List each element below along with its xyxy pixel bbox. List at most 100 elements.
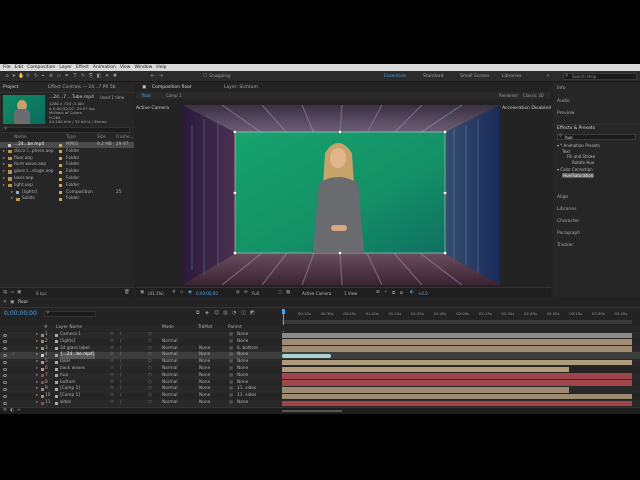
layer-duration-bar[interactable]	[282, 373, 632, 379]
panel-paragraph[interactable]: Paragraph	[557, 231, 580, 236]
pick-whip-icon[interactable]: @	[229, 332, 233, 339]
menu-help[interactable]: Help	[156, 65, 166, 70]
comp-subtab-floor[interactable]: floor	[142, 93, 151, 98]
roto-brush-tool-icon[interactable]: ✦	[104, 73, 110, 79]
visibility-eye-icon[interactable]	[3, 367, 7, 371]
tab-composition-floor[interactable]: Composition floor	[152, 85, 192, 90]
shy-switch-icon[interactable]: ⚇	[110, 386, 114, 393]
project-item[interactable]: ▸ floor.aep Folder	[0, 156, 134, 162]
composition-viewer[interactable]	[182, 105, 500, 285]
label-color-chip[interactable]	[41, 360, 44, 364]
audio-icon[interactable]: ♪	[12, 352, 15, 359]
layer-name[interactable]: laser	[60, 359, 70, 366]
three-d-switch-icon[interactable]: ⬡	[148, 352, 152, 359]
three-d-switch-icon[interactable]: ⬡	[148, 393, 152, 400]
visibility-eye-icon[interactable]	[3, 360, 7, 364]
exposure-value[interactable]: +0.0	[418, 291, 428, 296]
grid-icon[interactable]: #	[172, 290, 176, 295]
quality-switch-icon[interactable]: /	[120, 400, 121, 407]
quality-switch-icon[interactable]: /	[120, 366, 121, 373]
layer-mode-select[interactable]: Normal	[162, 393, 178, 400]
label-color-chip[interactable]	[59, 177, 62, 181]
color-channel-icon[interactable]: ⊛	[244, 290, 248, 295]
flowchart-icon[interactable]: ⧈	[400, 290, 403, 296]
layer-duration-bar[interactable]	[282, 339, 632, 345]
timeline-search-input[interactable]: ⚲	[44, 311, 96, 317]
column-trkmat[interactable]: TrkMat	[198, 325, 212, 332]
effects-tree-item[interactable]: Hue/Saturation	[562, 173, 595, 178]
composition-mini-flowchart-icon[interactable]: ⧉	[196, 310, 200, 316]
expand-arrow-icon[interactable]: ▸	[36, 386, 38, 393]
tab-layer-sichtum[interactable]: Layer: Sichtum	[224, 85, 258, 90]
layer-name[interactable]: [...24...be.mp4]	[60, 352, 96, 359]
panel-align[interactable]: Align	[557, 195, 568, 200]
in-out-icon[interactable]: ↔	[17, 408, 21, 413]
layer-parent-select[interactable]: None	[237, 373, 248, 380]
camera-snapshot-icon[interactable]: ◉	[188, 290, 192, 295]
layer-duration-bar[interactable]	[282, 359, 632, 366]
timeline-layer-row[interactable]: ▸ 2 [lights] ⚇ / ⬡ Normal @ None	[0, 338, 640, 346]
project-item[interactable]: ▸ glass t...stage.aep Folder	[0, 169, 134, 175]
zoom-slider[interactable]	[282, 410, 342, 412]
menu-view[interactable]: View	[120, 65, 131, 70]
draft-3d-icon[interactable]: ◈	[205, 310, 209, 316]
home-icon[interactable]: ⌂	[4, 73, 10, 79]
camera-view-select[interactable]: Active Camera	[302, 291, 331, 296]
snapping-checkbox[interactable]: ☐	[202, 73, 208, 79]
workspace-essentials[interactable]: Essentials	[384, 74, 407, 79]
panel-info[interactable]: Info	[557, 86, 566, 91]
expand-arrow-icon[interactable]: ▸	[36, 332, 38, 339]
shy-switch-icon[interactable]: ⚇	[110, 332, 114, 339]
tab-effect-controls[interactable]: Effect Controls — 24...7 PR 5b	[48, 85, 116, 90]
timeline-layer-row[interactable]: ▸ 10 [Comp 1] ⚇ / ⬡ Normal None @11. sides	[0, 393, 640, 400]
layer-name[interactable]: hue	[60, 373, 68, 380]
exposure-icon[interactable]: ◐	[410, 290, 414, 295]
label-color-chip[interactable]	[41, 381, 44, 385]
expand-arrow-icon[interactable]: ▸	[36, 366, 38, 373]
timeline-layer-row[interactable]: ▸ 3 3d glass label ⚇ / ⬡ Normal None @6. bottom	[0, 345, 640, 353]
label-color-chip[interactable]	[59, 150, 62, 154]
label-color-chip[interactable]	[41, 333, 44, 337]
interpret-footage-icon[interactable]: ▤	[3, 290, 7, 295]
expand-arrow-icon[interactable]: ▸	[11, 196, 13, 202]
rectangle-tool-icon[interactable]: ▭	[56, 73, 62, 79]
quality-switch-icon[interactable]: /	[120, 339, 121, 346]
new-folder-icon[interactable]: ▭	[10, 290, 14, 295]
expand-arrow-icon[interactable]: ▸	[36, 339, 38, 346]
timeline-icon[interactable]: ⧉	[392, 290, 395, 296]
project-item[interactable]: ▸ [lights] Composition 25	[0, 190, 134, 196]
timeline-layer-row[interactable]: ▸ 7 hue ⚇ / ⬡ Normal None @ None	[0, 372, 640, 380]
label-color-chip[interactable]	[59, 143, 62, 147]
tab-project[interactable]: Project	[3, 85, 18, 90]
rotate-tool-icon[interactable]: ↻	[33, 73, 39, 79]
quality-switch-icon[interactable]: /	[120, 373, 121, 380]
align-right-icon[interactable]: ⇥	[158, 73, 164, 79]
pick-whip-icon[interactable]: @	[229, 386, 233, 393]
visibility-eye-icon[interactable]	[3, 387, 7, 391]
layer-parent-select[interactable]: None	[237, 359, 248, 366]
label-color-chip[interactable]	[41, 394, 44, 398]
expand-arrow-icon[interactable]: ▸	[36, 352, 38, 359]
layer-trkmat-select[interactable]: None	[199, 352, 210, 359]
timeline-tab-floor[interactable]: floor	[18, 300, 28, 305]
pick-whip-icon[interactable]: @	[229, 373, 233, 380]
panel-tracker[interactable]: Tracker	[557, 243, 573, 248]
layer-duration-bar[interactable]	[282, 332, 632, 339]
camera-tool-icon[interactable]: ⌖	[40, 73, 46, 79]
roving-icon[interactable]: ◩	[250, 310, 255, 316]
expand-arrow-icon[interactable]: ▸	[36, 373, 38, 380]
effects-presets-title[interactable]: Effects & Presets	[557, 126, 595, 131]
mask-visibility-icon[interactable]: ◇	[180, 290, 183, 295]
pick-whip-icon[interactable]: @	[229, 366, 233, 373]
layer-mode-select[interactable]: Normal	[162, 366, 178, 373]
frame-blending-icon[interactable]: ▥	[223, 310, 228, 316]
column-layer-name[interactable]: Layer Name	[56, 325, 82, 332]
menu-edit[interactable]: Edit	[15, 65, 24, 70]
project-search-input[interactable]: ⚲	[2, 127, 130, 133]
panel-libraries[interactable]: Libraries	[557, 207, 576, 212]
region-of-interest-icon[interactable]: ▢	[278, 290, 282, 295]
layer-duration-bar[interactable]	[282, 393, 632, 400]
viewer-timecode[interactable]: 0;00;00;00	[196, 291, 218, 296]
timeline-current-time[interactable]: 0;00;00;00	[4, 310, 37, 317]
label-color-chip[interactable]	[41, 347, 44, 351]
